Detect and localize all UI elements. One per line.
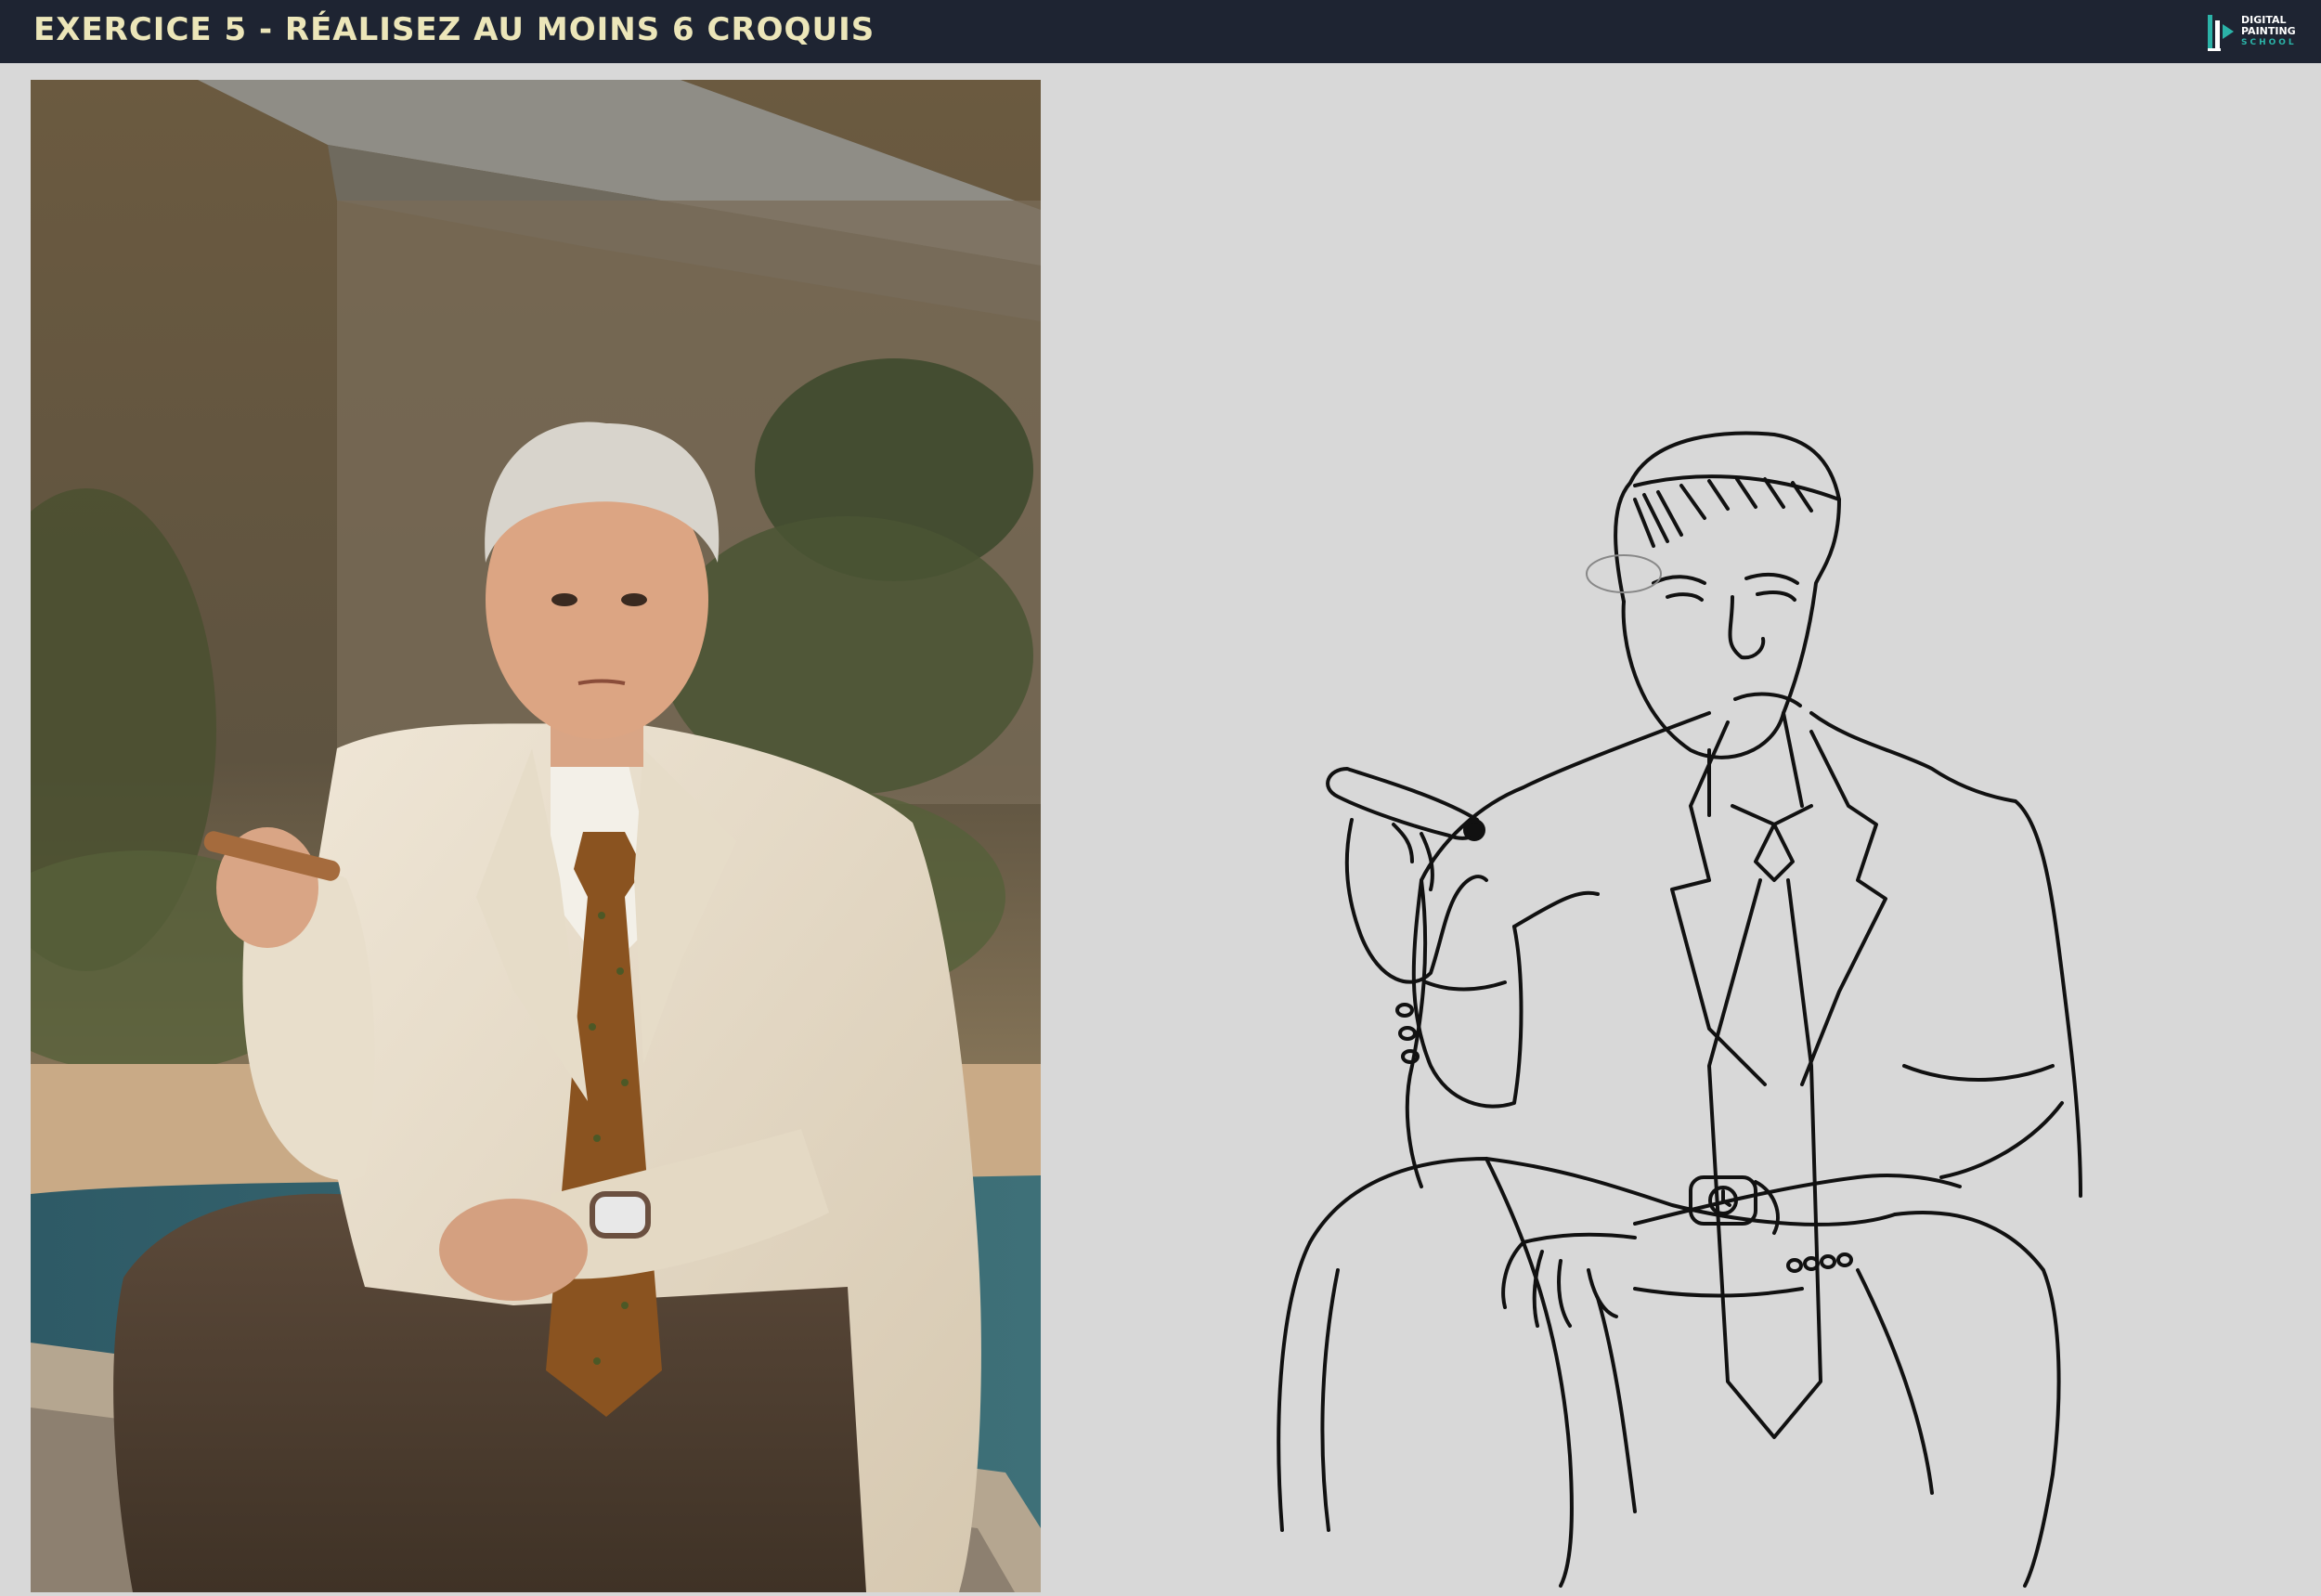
logo-line-3: SCHOOL — [2241, 38, 2297, 47]
exercise-title: EXERCICE 5 - RÉALISEZ AU MOINS 6 CROQUIS — [33, 11, 875, 48]
digital-painting-school-logo: DIGITAL PAINTING SCHOOL — [2204, 11, 2306, 54]
logo-line-2: PAINTING — [2241, 25, 2296, 37]
reference-photo-image — [31, 80, 1041, 1592]
sketch-canvas — [1041, 63, 2321, 1592]
line-drawing-sketch — [1277, 431, 2082, 1588]
title-bar: EXERCICE 5 - RÉALISEZ AU MOINS 6 CROQUIS… — [0, 0, 2321, 63]
brush-logo-icon — [2208, 15, 2234, 51]
logo-text: DIGITAL PAINTING SCHOOL — [2241, 15, 2297, 48]
reference-photo — [31, 80, 1041, 1592]
